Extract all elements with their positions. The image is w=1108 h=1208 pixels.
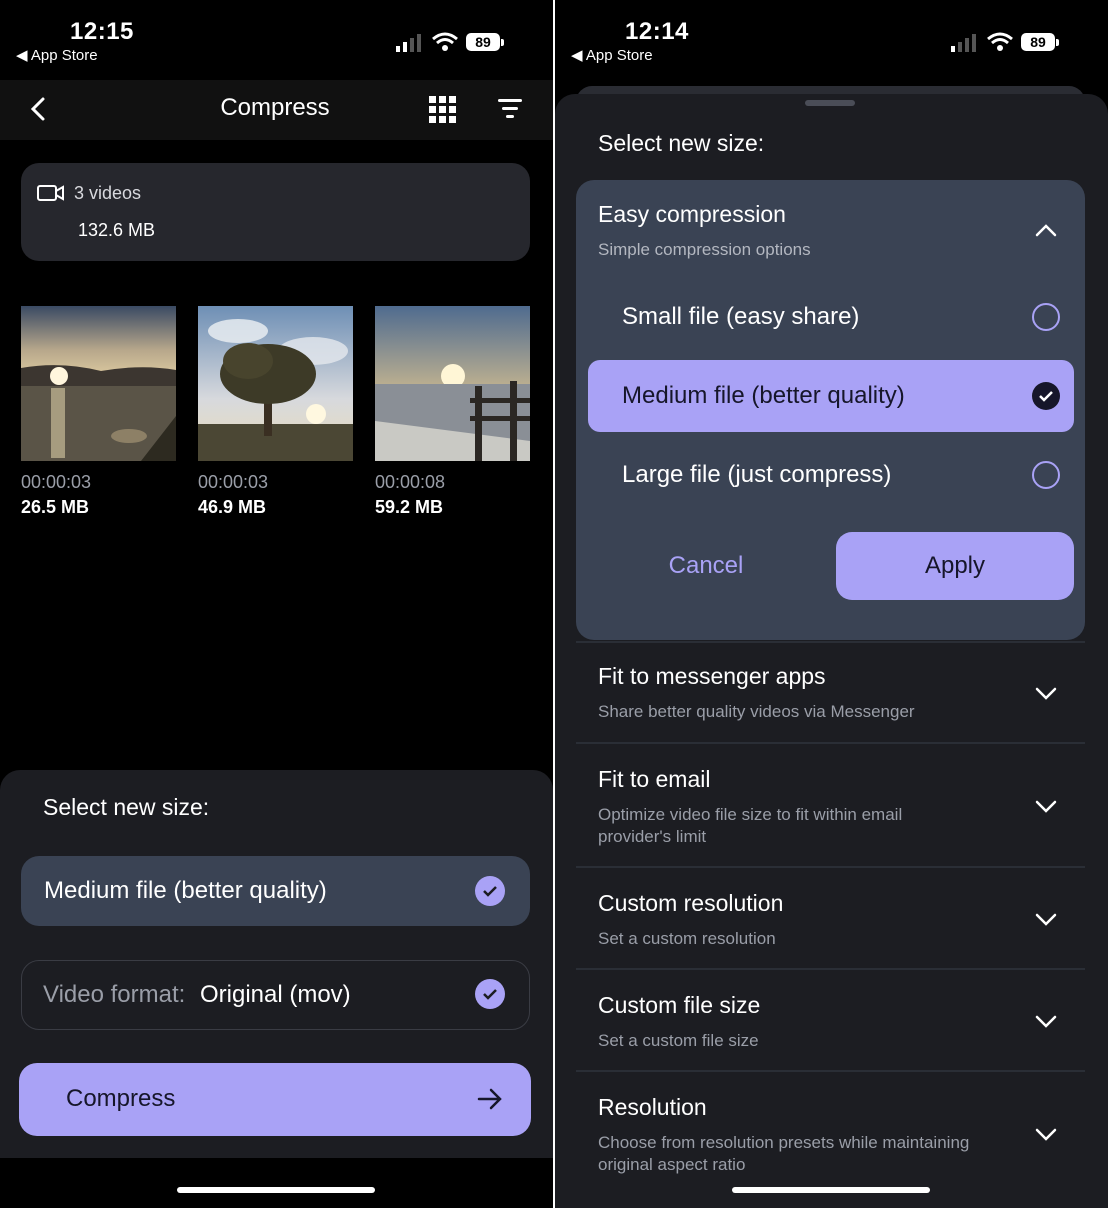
- grid-view-icon[interactable]: [429, 96, 456, 123]
- radio-selected-icon: [1032, 382, 1060, 410]
- radio-unselected-icon: [1032, 461, 1060, 489]
- section-title: Custom resolution: [598, 890, 784, 916]
- size-bottom-sheet: Select new size: Medium file (better qua…: [0, 770, 553, 1160]
- apply-button[interactable]: Apply: [836, 532, 1074, 600]
- battery-level: 89: [466, 33, 500, 51]
- video-format-row: Video format: Original (mov): [43, 981, 351, 1009]
- video-thumbnail[interactable]: [198, 306, 353, 461]
- selected-size-label: Medium file (better quality): [44, 877, 327, 904]
- section-fit-messenger[interactable]: Fit to messenger apps Share better quali…: [576, 641, 1085, 743]
- video-format-value: Original (mov): [199, 981, 351, 1008]
- section-subtitle: Set a custom resolution: [598, 929, 776, 948]
- cancel-button[interactable]: Cancel: [616, 533, 796, 599]
- videos-summary-card: 3 videos 132.6 MB: [21, 163, 530, 261]
- compress-button-label: Compress: [66, 1085, 176, 1112]
- chevron-down-icon: [1035, 1128, 1057, 1141]
- arrow-right-icon: [477, 1088, 502, 1110]
- battery-icon: 89: [1021, 33, 1059, 51]
- wifi-icon: [987, 32, 1013, 51]
- app-store-label: App Store: [585, 47, 653, 64]
- chevron-up-icon[interactable]: [1035, 223, 1057, 237]
- wifi-icon: [432, 32, 458, 51]
- easy-compression-subtitle: Simple compression options: [598, 240, 811, 259]
- status-indicators: 89: [396, 32, 504, 52]
- home-indicator: [177, 1187, 375, 1193]
- page-title: Compress: [220, 94, 330, 121]
- section-subtitle: Choose from resolution presets while mai…: [598, 1133, 970, 1174]
- video-thumbnail[interactable]: [21, 306, 176, 461]
- section-title: Fit to messenger apps: [598, 663, 826, 689]
- back-to-app-store[interactable]: ◀ App Store: [16, 46, 98, 64]
- section-subtitle: Set a custom file size: [598, 1031, 759, 1050]
- total-size: 132.6 MB: [78, 220, 156, 240]
- option-label: Small file (easy share): [622, 303, 860, 330]
- option-large-file[interactable]: Large file (just compress): [588, 439, 1074, 511]
- back-to-app-store[interactable]: ◀ App Store: [571, 46, 653, 64]
- section-resolution[interactable]: Resolution Choose from resolution preset…: [576, 1070, 1085, 1190]
- option-label: Medium file (better quality): [622, 382, 905, 409]
- section-fit-email[interactable]: Fit to email Optimize video file size to…: [576, 742, 1085, 867]
- signal-icon: [396, 34, 421, 52]
- option-small-file[interactable]: Small file (easy share): [588, 281, 1074, 353]
- video-camera-icon: [37, 185, 64, 201]
- video-size: 46.9 MB: [198, 497, 267, 517]
- sheet-title: Select new size:: [598, 130, 765, 156]
- battery-level: 89: [1021, 33, 1055, 51]
- app-store-label: App Store: [30, 47, 98, 64]
- home-area: [0, 1158, 553, 1208]
- signal-icon: [951, 34, 976, 52]
- video-duration: 00:00:03: [198, 472, 269, 492]
- video-duration: 00:00:03: [21, 472, 92, 492]
- checkmark-icon: [475, 876, 505, 906]
- option-label: Large file (just compress): [622, 461, 892, 488]
- chevron-down-icon: [1035, 687, 1057, 700]
- option-medium-file[interactable]: Medium file (better quality): [588, 360, 1074, 432]
- video-format-label: Video format:: [43, 981, 186, 1008]
- section-title: Fit to email: [598, 766, 711, 792]
- easy-compression-panel: Easy compression Simple compression opti…: [576, 180, 1085, 640]
- video-count: 3 videos: [74, 183, 142, 203]
- video-duration: 00:00:08: [375, 472, 446, 492]
- battery-icon: 89: [466, 33, 504, 51]
- status-time: 12:14: [625, 18, 689, 45]
- checkmark-icon: [475, 979, 505, 1009]
- sort-filter-icon[interactable]: [498, 98, 522, 120]
- status-time: 12:15: [70, 18, 134, 45]
- status-indicators: 89: [951, 32, 1059, 52]
- chevron-down-icon: [1035, 800, 1057, 813]
- video-thumbnail[interactable]: [375, 306, 530, 461]
- drag-handle[interactable]: [805, 100, 855, 106]
- easy-compression-title: Easy compression: [598, 201, 786, 227]
- sheet-title: Select new size:: [43, 794, 210, 820]
- section-custom-resolution[interactable]: Custom resolution Set a custom resolutio…: [576, 866, 1085, 969]
- chevron-down-icon: [1035, 913, 1057, 926]
- home-indicator: [732, 1187, 930, 1193]
- video-size: 59.2 MB: [375, 497, 444, 517]
- radio-unselected-icon: [1032, 303, 1060, 331]
- size-options-screen: 12:14 ◀ App Store 89 Select new size: Ea…: [555, 0, 1108, 1208]
- section-subtitle: Share better quality videos via Messenge…: [598, 702, 915, 721]
- size-option-selector[interactable]: Medium file (better quality): [21, 856, 530, 926]
- compress-screen: 12:15 ◀ App Store 89 Compress 3 videos 1…: [0, 0, 553, 1208]
- video-format-selector[interactable]: Video format: Original (mov): [21, 960, 530, 1030]
- section-title: Resolution: [598, 1094, 707, 1120]
- video-size: 26.5 MB: [21, 497, 90, 517]
- section-subtitle: Optimize video file size to fit within e…: [598, 805, 903, 846]
- section-title: Custom file size: [598, 992, 761, 1018]
- compress-button[interactable]: Compress: [19, 1063, 531, 1136]
- chevron-down-icon: [1035, 1015, 1057, 1028]
- section-custom-file-size[interactable]: Custom file size Set a custom file size: [576, 968, 1085, 1071]
